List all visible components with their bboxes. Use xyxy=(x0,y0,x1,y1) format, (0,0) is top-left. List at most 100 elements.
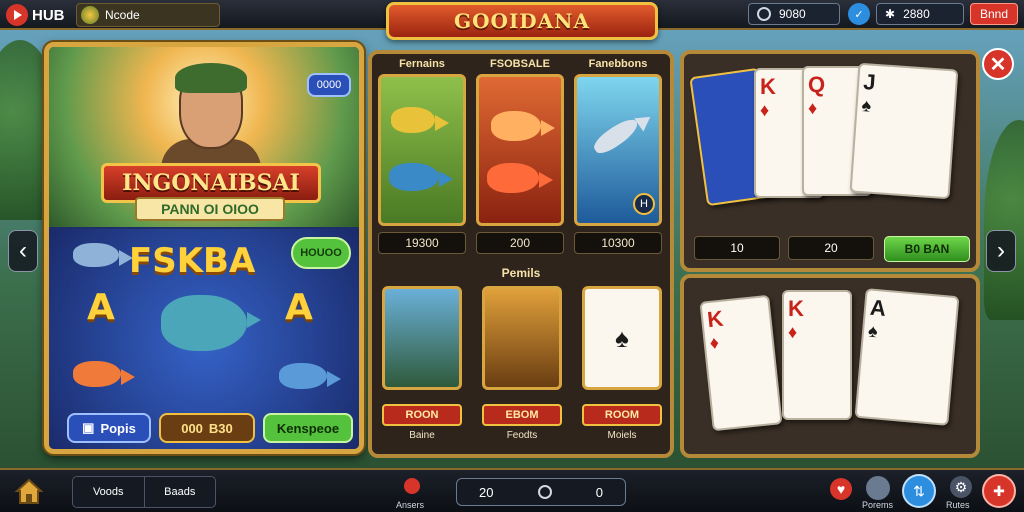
featured-game-panel[interactable]: 0000 INGONAIBSAI PANN OI OIOO FSKBA HOUO… xyxy=(44,42,364,454)
mode-left-label[interactable]: Voods xyxy=(73,477,144,507)
spade-icon: ♠ xyxy=(867,320,879,342)
orange-fish-icon xyxy=(73,361,135,387)
diamond-icon: ♦ xyxy=(788,322,798,342)
play-button[interactable]: Kenspeoe xyxy=(263,413,353,443)
playing-card-6[interactable]: A ♠ xyxy=(854,288,960,426)
ticket-icon: ▣ xyxy=(82,420,95,435)
bet-button[interactable]: 000 B30 xyxy=(159,413,255,443)
settings-icon[interactable]: ⚙ xyxy=(950,476,972,498)
play-cards-button[interactable]: B0 BAN xyxy=(884,236,970,262)
mini-card-2[interactable] xyxy=(482,286,562,390)
card-rank: K xyxy=(788,296,804,321)
popis-button[interactable]: ▣ Popis xyxy=(67,413,151,443)
featured-subtitle: PANN OI OIOO xyxy=(135,197,285,221)
playing-card-4[interactable]: K ♦ xyxy=(699,294,783,432)
search-pill[interactable]: 9080 xyxy=(748,3,840,25)
card-rank: A xyxy=(869,294,888,321)
mode-avatar-icon xyxy=(81,6,99,24)
fish-icon xyxy=(487,163,553,193)
card-rank: K xyxy=(760,74,776,99)
settings-caption: Rutes xyxy=(946,500,970,510)
cards-panel-top: K ♦ Q ♦ J ♠ 10 20 B0 BAN xyxy=(680,50,980,272)
slot-card-1[interactable] xyxy=(378,74,466,226)
mini-caption-3: Moiels xyxy=(607,430,637,441)
stars-pill[interactable]: ✱ 2880 xyxy=(876,3,964,25)
play-label: Kenspeoe xyxy=(276,420,340,436)
score-pill: 20 0 xyxy=(456,478,626,506)
slot-value-1: 19300 xyxy=(378,232,466,254)
card-rank: Q xyxy=(808,72,826,97)
score-right: 0 xyxy=(595,484,603,500)
mini-caption-1: Baine xyxy=(409,430,435,441)
card-value-1: 10 xyxy=(694,236,780,260)
playing-card-5[interactable]: K ♦ xyxy=(782,290,852,420)
chevron-left-icon[interactable]: ‹ xyxy=(8,230,38,272)
cards-panel-bottom: K ♦ K ♦ A ♠ xyxy=(680,274,980,458)
fish-icon xyxy=(73,243,133,267)
center-caption: Ansers xyxy=(396,500,425,510)
reel-letter-right: A xyxy=(285,287,313,328)
fish-icon xyxy=(590,114,642,158)
diamond-icon: ♦ xyxy=(708,332,720,354)
card-rank: J xyxy=(862,69,877,95)
notification-icon[interactable] xyxy=(404,478,420,494)
coin-icon xyxy=(537,485,552,499)
mini-ribbon-3[interactable]: ROOM xyxy=(582,404,662,426)
big-fish-icon xyxy=(161,295,261,351)
fish-icon xyxy=(491,111,555,141)
avatar-caption: Porems xyxy=(862,500,894,510)
background-tree-right xyxy=(984,120,1024,320)
gift-icon[interactable]: ✚ xyxy=(982,474,1016,508)
mini-card-1[interactable] xyxy=(382,286,462,390)
avatar-icon[interactable] xyxy=(866,476,890,500)
chevron-right-icon[interactable]: › xyxy=(986,230,1016,272)
slot-header-2: FSOBSALE xyxy=(490,58,550,70)
bet-value: B30 xyxy=(208,420,233,436)
play-icon xyxy=(6,4,28,26)
hub-logo[interactable]: HUB xyxy=(6,4,65,26)
pill-left-value: 9080 xyxy=(779,7,806,21)
close-icon[interactable]: ✕ xyxy=(982,48,1014,80)
spade-icon: ♠ xyxy=(861,95,872,116)
hero-hair xyxy=(175,63,247,93)
bet-chip[interactable]: HOUOO xyxy=(291,237,351,269)
hero-badge[interactable]: 0000 xyxy=(307,73,351,97)
mini-card-3[interactable]: ♠ xyxy=(582,286,662,390)
slot-card-2[interactable] xyxy=(476,74,564,226)
slot-value-3: 10300 xyxy=(574,232,662,254)
reel-title: FSKBA xyxy=(129,241,256,281)
mode-label: Ncode xyxy=(105,8,140,22)
cta-button[interactable]: Bnnd xyxy=(970,3,1018,25)
section-label: Pemils xyxy=(501,266,541,280)
card-rank: K xyxy=(705,305,725,333)
mini-ribbon-1[interactable]: ROON xyxy=(382,404,462,426)
mini-ribbon-2[interactable]: EBOM xyxy=(482,404,562,426)
blue-fish-icon xyxy=(279,363,341,389)
playing-card-3[interactable]: J ♠ xyxy=(849,62,959,200)
spade-icon: ♠ xyxy=(615,322,629,353)
popis-label: Popis xyxy=(100,420,136,436)
slot-header-3: Fanebbons xyxy=(588,58,648,70)
chat-icon xyxy=(757,7,771,21)
pill-right-value: 2880 xyxy=(903,7,930,21)
bottom-bar: Voods Baads Ansers 20 0 ♥ Porems ⇅ ⚙ Rut… xyxy=(0,468,1024,512)
fish-icon xyxy=(391,107,449,133)
bet-label: 000 xyxy=(181,420,203,436)
stats-icon[interactable]: ⇅ xyxy=(902,474,936,508)
home-icon[interactable] xyxy=(14,476,44,506)
score-left: 20 xyxy=(479,484,494,500)
card-value-2: 20 xyxy=(788,236,874,260)
slot-card-3[interactable]: H xyxy=(574,74,662,226)
twitter-icon[interactable]: ✓ xyxy=(848,3,870,25)
star-icon: ✱ xyxy=(885,7,896,21)
game-title-banner: GOOIDANA xyxy=(386,2,658,40)
mode-switch[interactable]: Voods Baads xyxy=(72,476,216,508)
slot-badge[interactable]: H xyxy=(633,193,655,215)
hub-label: HUB xyxy=(32,6,65,24)
mode-right-label[interactable]: Baads xyxy=(143,477,216,507)
slots-panel: Fernains FSOBSALE Fanebbons H 19300 200 … xyxy=(368,50,674,458)
fish-icon xyxy=(389,163,453,191)
reel-letter-left: A xyxy=(87,287,115,328)
mode-chip[interactable]: Ncode xyxy=(76,3,220,27)
heart-icon[interactable]: ♥ xyxy=(830,478,852,500)
